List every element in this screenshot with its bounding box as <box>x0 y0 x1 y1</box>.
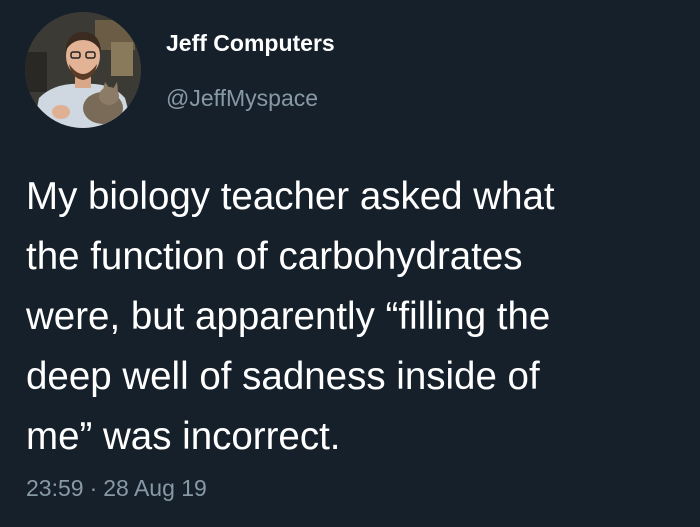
tweet-date: 28 Aug 19 <box>103 475 207 501</box>
tweet-timestamp[interactable]: 23:59 · 28 Aug 19 <box>26 475 207 502</box>
avatar[interactable] <box>25 12 141 128</box>
timestamp-separator: · <box>89 475 98 501</box>
tweet-text-line: me” was incorrect. <box>26 415 341 458</box>
profile-photo-icon <box>25 12 141 128</box>
tweet-text-line: the function of carbohydrates <box>26 235 523 278</box>
tweet-text-line: My biology teacher asked what <box>26 175 555 218</box>
user-display-name[interactable]: Jeff Computers <box>166 30 335 57</box>
tweet-text-line: deep well of sadness inside of <box>26 355 540 398</box>
tweet-text-line: were, but apparently “filling the <box>26 295 551 338</box>
tweet-time: 23:59 <box>26 475 84 501</box>
tweet-text: My biology teacher asked what the functi… <box>26 167 691 467</box>
tweet-card: Jeff Computers @JeffMyspace My biology t… <box>0 0 700 527</box>
user-handle[interactable]: @JeffMyspace <box>166 85 318 112</box>
